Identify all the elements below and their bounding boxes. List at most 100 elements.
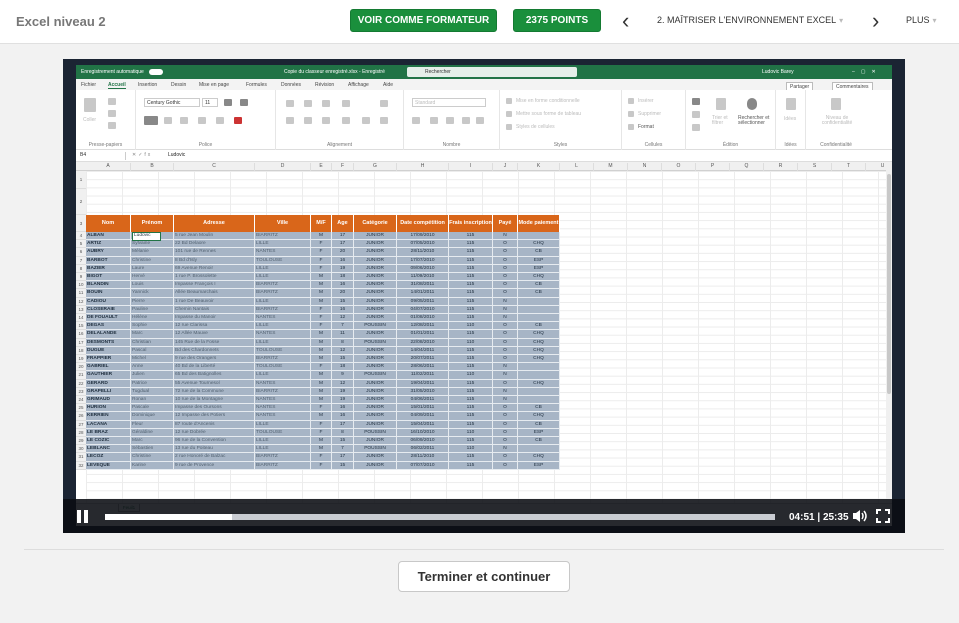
table-cell: 15 [332,437,354,446]
view-as-trainer-button[interactable]: VOIR COMME FORMATEUR [350,9,497,32]
table-cell: 15 [332,461,354,470]
row-number: 5 [76,240,86,249]
table-cell: LE COZIC [86,437,131,446]
table-cell: JUNIOR [354,264,397,273]
percent-icon [430,117,438,124]
table-cell: N [493,314,518,323]
header-cell: Prénom [131,215,174,232]
table-cell: 1 rue P. Brossolette [174,273,255,282]
column-header: P [696,163,730,171]
pause-icon[interactable] [77,510,90,523]
table-cell: 16 [332,305,354,314]
table-cell: LILLE [255,240,311,249]
table-cell: F [311,256,332,265]
row-number: 19 [76,355,86,364]
table-cell: 12 [332,346,354,355]
table-cell: 115 [449,289,493,298]
chevron-right-icon[interactable]: › [872,10,879,32]
cell-styles-icon [506,124,512,130]
table-cell: JUNIOR [354,420,397,429]
table-cell: 28/11/2010 [397,248,449,257]
table-cell: 28/06/2011 [397,363,449,372]
row-number: 13 [76,305,86,314]
scroll-thumb [887,174,891,394]
table-cell: JUNIOR [354,248,397,257]
table-cell: M [311,338,332,347]
table-cell: M [311,412,332,421]
table-cell: 110 [449,428,493,437]
table-cell: F [311,322,332,331]
table-cell: 115 [449,281,493,290]
table-cell: O [493,461,518,470]
column-header: F [332,163,354,171]
table-cell: N [493,297,518,306]
table-cell: 110 [449,338,493,347]
finish-continue-button[interactable]: Terminer et continuer [398,561,570,592]
number-format-box: Standard [412,98,486,107]
header-cell: Adresse [174,215,255,232]
table-cell: CB [518,404,560,413]
table-cell: GERARD [86,379,131,388]
excel-ribbon-tabs: Fichier Accueil Insertion Dessin Mise en… [76,79,892,91]
table-format-label: Mettre sous forme de tableau [516,111,582,117]
table-cell: 110 [449,322,493,331]
excel-ribbon: Coller Presse-papiers Century Gothic 11 … [76,90,892,150]
table-cell: 115 [449,346,493,355]
table-cell: O [493,330,518,339]
chevron-left-icon[interactable]: ‹ [622,10,629,32]
insert-label: Insérer [638,98,654,104]
find-icon [747,98,757,110]
cut-icon [108,98,116,105]
volume-icon[interactable] [852,509,868,523]
table-cell: F [311,420,332,429]
fill-icon [692,111,700,118]
indent-icon [342,117,350,124]
progress-bar[interactable] [105,514,775,520]
table-cell: 04/09/2011 [397,412,449,421]
table-cell: 7 [332,322,354,331]
table-cell: 06/09/2010 [397,437,449,446]
video-player[interactable]: Enregistrement automatique Copie du clas… [63,59,905,533]
table-cell: CHQ [518,330,560,339]
points-button[interactable]: 2375 POINTS [513,9,601,32]
border-icon [198,117,206,124]
table-cell: CLOSERAIE [86,305,131,314]
table-cell: 15 [332,297,354,306]
table-cell: O [493,412,518,421]
table-cell [518,396,560,405]
row-number: 18 [76,346,86,355]
table-cell: M [311,281,332,290]
bold-icon [144,116,158,125]
table-cell: M [311,346,332,355]
currency-icon [412,117,420,124]
table-cell: Christian [131,338,174,347]
table-cell: 17/07/2010 [397,256,449,265]
table-cell: Sophie [131,322,174,331]
chapter-selector[interactable]: 2. MAÎTRISER L'ENVIRONNEMENT EXCEL ▾ [657,15,843,25]
table-cell: 01/08/2010 [397,314,449,323]
table-cell: ALBAN [86,232,131,241]
table-cell: 09/05/2011 [397,297,449,306]
font-size-box: 11 [202,98,218,107]
table-cell: 12 [332,314,354,323]
header-cell: Mode paiement [518,215,560,232]
align-bottom-icon [322,100,330,107]
table-cell: JUNIOR [354,330,397,339]
current-time: 04:51 [789,512,815,523]
table-cell: JUNIOR [354,232,397,241]
table-cell: Laure [131,264,174,273]
column-header: R [764,163,798,171]
table-format-icon [506,111,512,117]
table-cell: Christine [131,453,174,462]
column-header: M [594,163,628,171]
table-cell: AUBRY [86,248,131,257]
header-cell: Date compétition [397,215,449,232]
fullscreen-icon[interactable] [876,509,890,523]
table-cell: M [311,330,332,339]
table-cell: JUNIOR [354,297,397,306]
table-cell: 69 Avenue Renoir [174,264,255,273]
table-cell: 115 [449,256,493,265]
table-cell: 07/05/2010 [397,240,449,249]
more-menu[interactable]: PLUS ▾ [906,15,937,25]
table-cell: LILLE [255,297,311,306]
